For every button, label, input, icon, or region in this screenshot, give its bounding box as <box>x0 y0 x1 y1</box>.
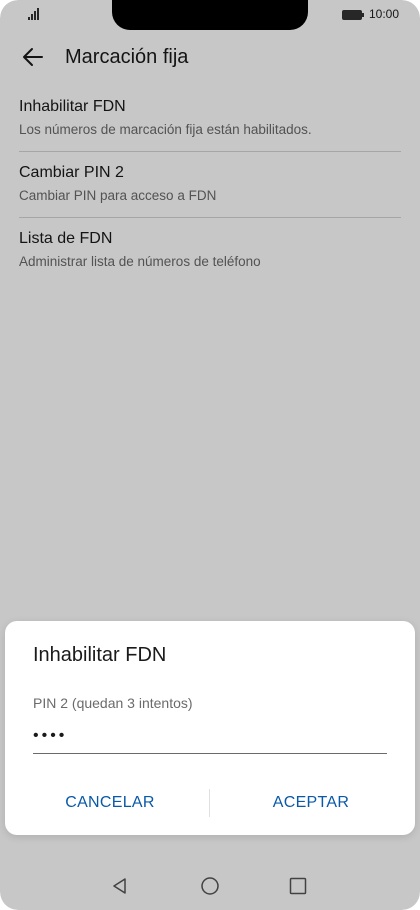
pin-input[interactable] <box>33 719 387 754</box>
cancel-button[interactable]: CANCELAR <box>25 785 195 821</box>
button-divider <box>209 789 210 817</box>
pin-dialog: Inhabilitar FDN PIN 2 (quedan 3 intentos… <box>5 621 415 835</box>
pin-field-label: PIN 2 (quedan 3 intentos) <box>33 695 193 711</box>
phone-frame: 10:00 Marcación fija Inhabilitar FDN Los… <box>0 0 420 910</box>
accept-button[interactable]: ACEPTAR <box>226 785 396 821</box>
screen: 10:00 Marcación fija Inhabilitar FDN Los… <box>0 0 420 910</box>
dialog-title: Inhabilitar FDN <box>33 644 167 666</box>
